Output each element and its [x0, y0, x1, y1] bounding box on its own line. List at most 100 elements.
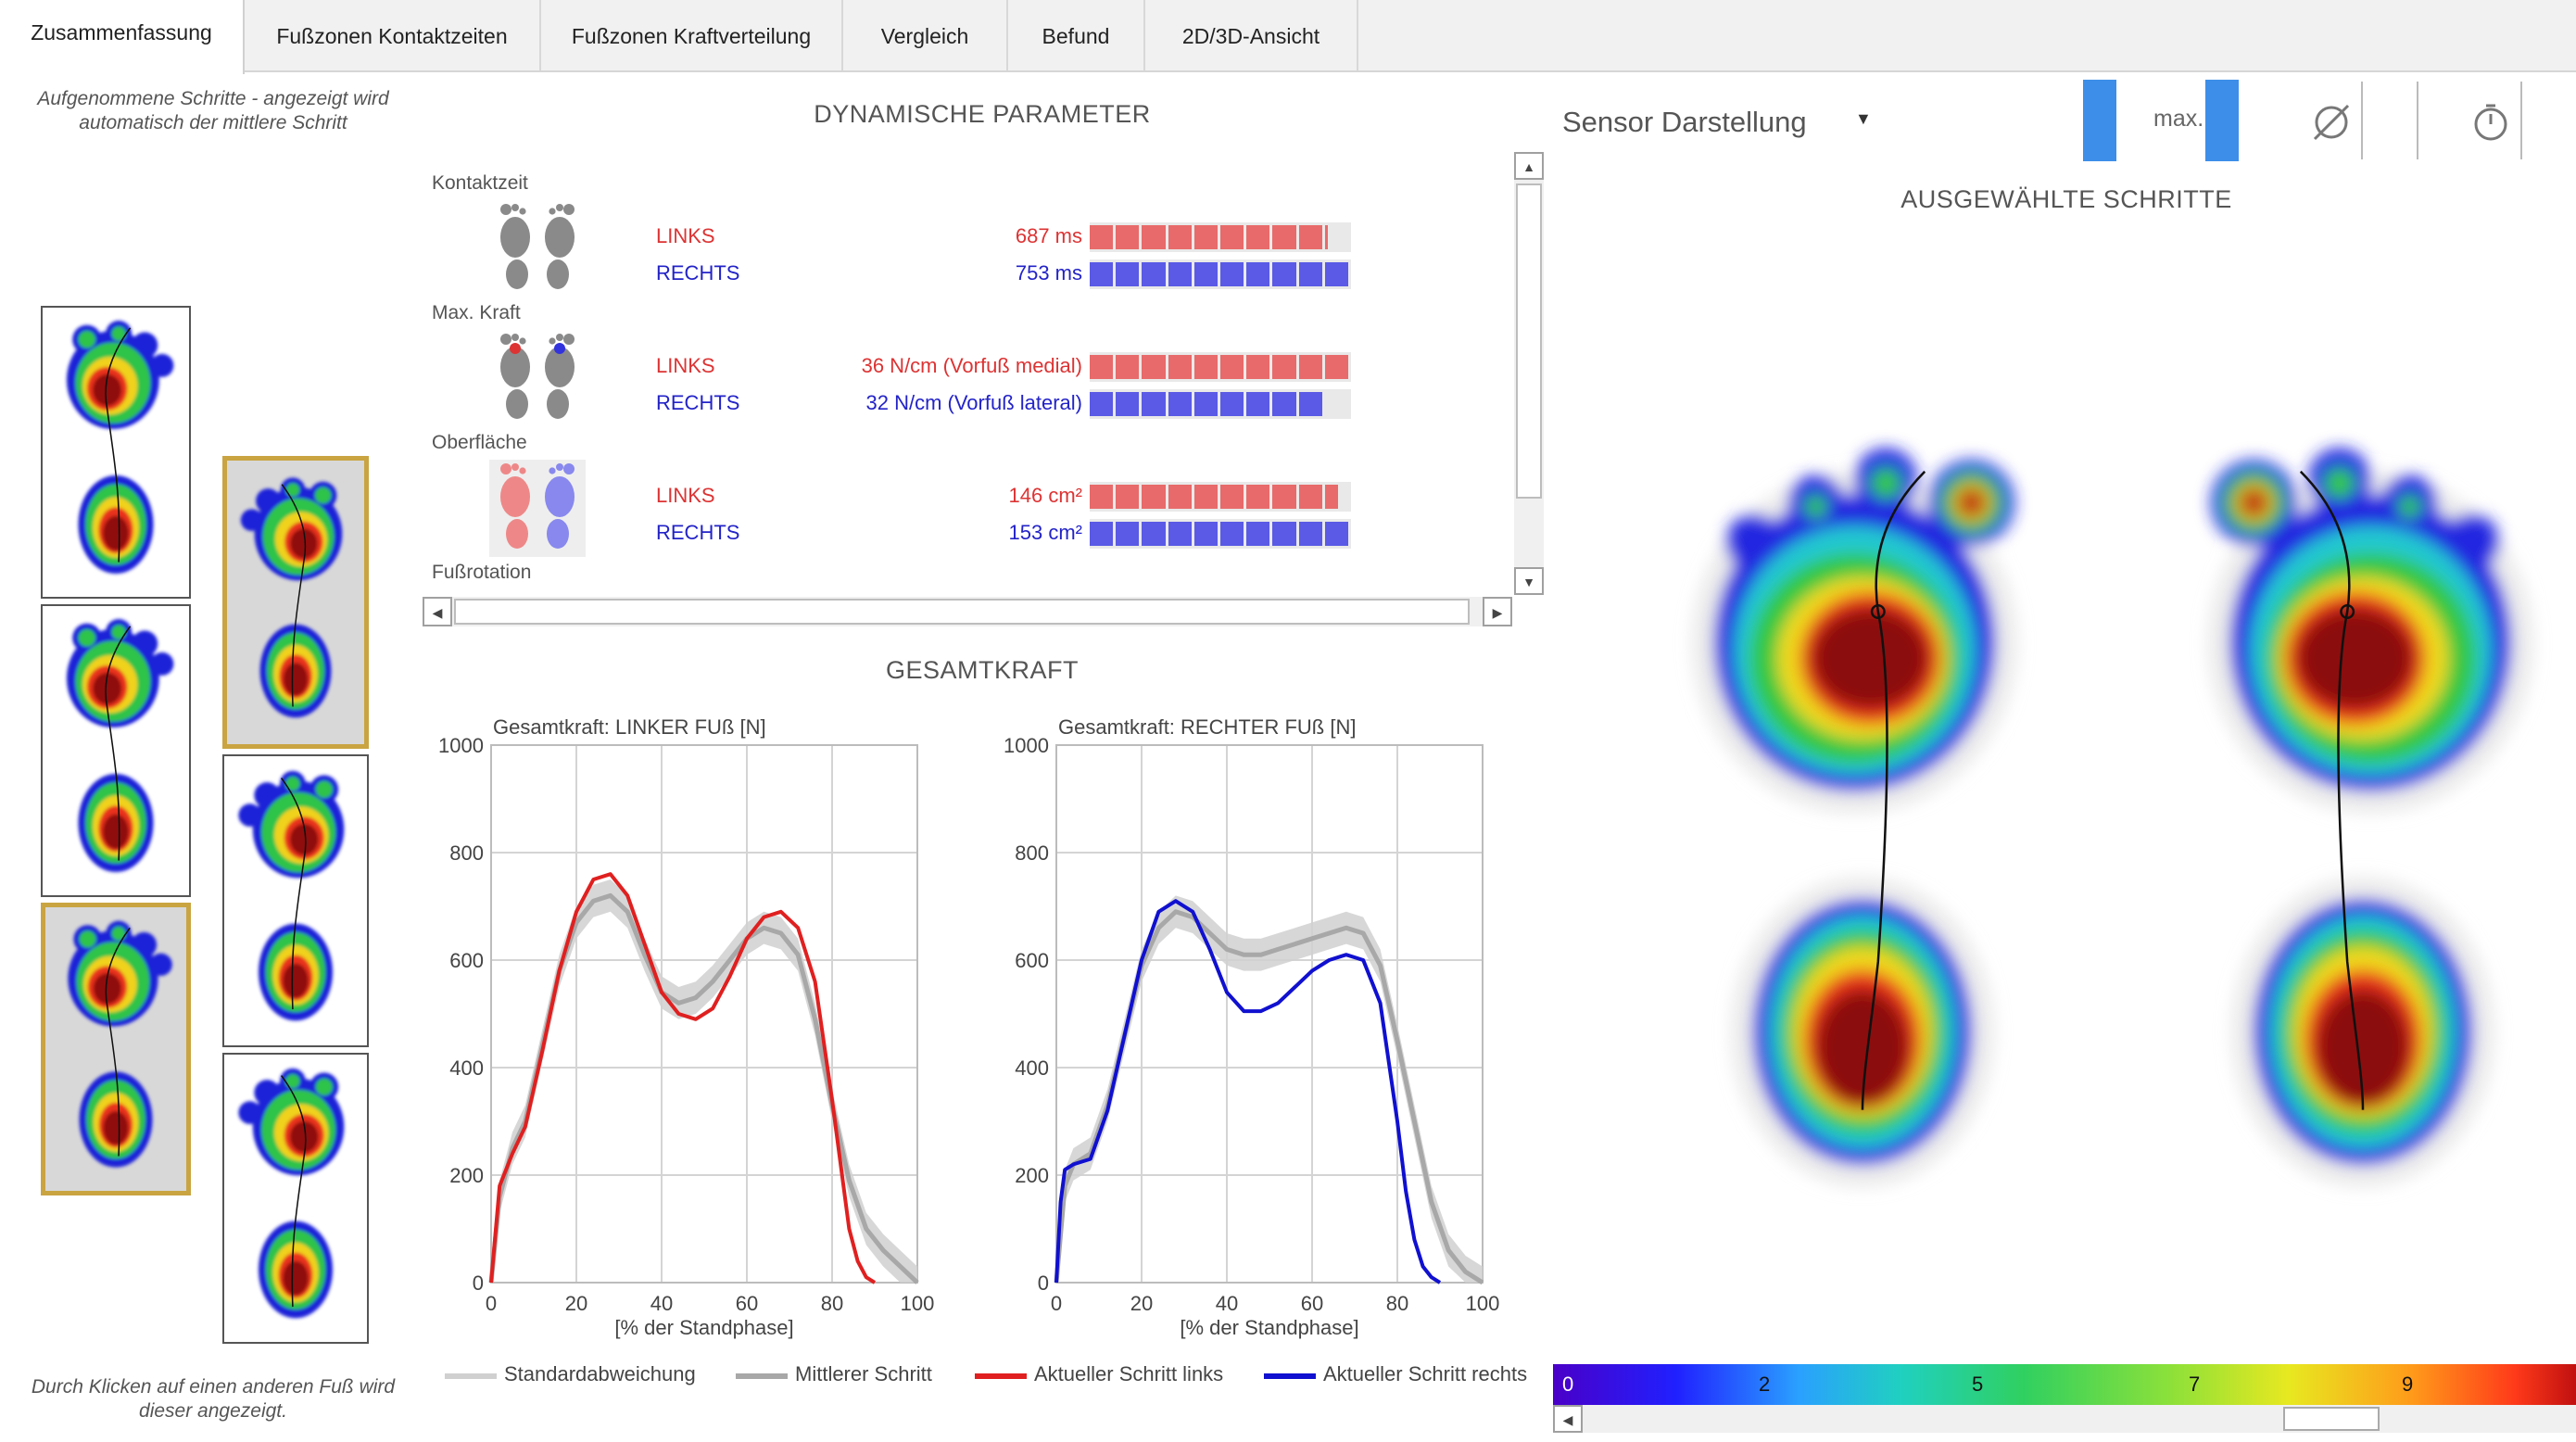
- color-scale-scroll-thumb[interactable]: [2283, 1407, 2380, 1431]
- bar-segment: [1246, 522, 1270, 546]
- max-pressure-button[interactable]: max.: [2083, 80, 2239, 161]
- bar-segment: [1116, 225, 1140, 249]
- bar-segment: [1116, 522, 1140, 546]
- bar-segment: [1142, 225, 1166, 249]
- chart-right-svg: Gesamtkraft: RECHTER FUß [N] 0 20 40 60 80 100…: [1004, 715, 1499, 1339]
- bar-segment: [1272, 522, 1296, 546]
- bar-segment: [1090, 485, 1114, 509]
- y-tick-label: 1000: [438, 734, 484, 757]
- scroll-up-icon[interactable]: ▲: [1514, 152, 1544, 180]
- timing-foot-button[interactable]: [2417, 80, 2524, 161]
- gesamtkraft-title: GESAMTKRAFT: [885, 656, 1079, 684]
- x-tick-label: 20: [565, 1292, 587, 1315]
- y-tick-label: 800: [449, 841, 484, 865]
- legend-label: Standardabweichung: [504, 1362, 696, 1385]
- scale-tick: 9: [2402, 1372, 2414, 1396]
- side-label-rechts: RECHTS: [656, 391, 740, 414]
- tab-fusszonen-kontaktzeiten[interactable]: Fußzonen Kontaktzeiten: [245, 0, 541, 70]
- footprint-image: [43, 308, 189, 597]
- side-label-links: LINKS: [656, 354, 715, 377]
- chart-legend: Standardabweichung Mittlerer Schritt Akt…: [445, 1360, 1538, 1398]
- bar-segment: [1090, 522, 1114, 546]
- bar-links: [1090, 482, 1351, 512]
- x-tick-label: 80: [821, 1292, 843, 1315]
- dynamic-parameters-panel: Kontaktzeit LINKS RECHTS 687 ms 753 ms M…: [423, 167, 1507, 589]
- scale-tick: 7: [2189, 1372, 2201, 1396]
- footprint-image: [227, 461, 364, 744]
- x-tick-label: 100: [901, 1292, 935, 1315]
- chart-title: Gesamtkraft: LINKER FUß [N]: [493, 715, 766, 739]
- footprint-right-large[interactable]: [2168, 389, 2557, 1223]
- tab-bar: Zusammenfassung Fußzonen Kontaktzeiten F…: [0, 0, 2576, 74]
- legend-swatch: [1264, 1373, 1316, 1379]
- scroll-left-icon[interactable]: ◀: [1553, 1405, 1583, 1433]
- click-foot-note: Durch Klicken auf einen anderen Fuß wird…: [9, 1375, 417, 1423]
- bar-segment: [1168, 522, 1192, 546]
- recorded-steps-note-line2: automatisch der mittlere Schritt: [79, 112, 347, 133]
- x-tick-label: 0: [486, 1292, 497, 1315]
- horizontal-scrollbar[interactable]: ◀ ▶: [423, 597, 1512, 626]
- scroll-right-icon[interactable]: ▶: [1483, 597, 1512, 626]
- group-label-max-kraft: Max. Kraft: [432, 302, 521, 323]
- step-thumbnail-selected[interactable]: [222, 456, 369, 749]
- bar-segment: [1220, 392, 1244, 416]
- bar-segment: [1142, 262, 1166, 286]
- max-label: max.: [2153, 106, 2204, 132]
- bar-links: [1090, 352, 1351, 382]
- bar-segment: [1220, 355, 1244, 379]
- bar-segment: [1116, 355, 1140, 379]
- footprint-image: [224, 1055, 367, 1342]
- sensor-display-dropdown[interactable]: Sensor Darstellung ▼: [1560, 102, 1875, 148]
- side-label-links: LINKS: [656, 484, 715, 507]
- value-rechts: 32 N/cm (Vorfuß lateral): [865, 391, 1082, 414]
- footprint-left-large[interactable]: [1668, 389, 2057, 1223]
- footprint-image: [224, 756, 367, 1045]
- bar-segment: [1116, 392, 1140, 416]
- legend-swatch: [445, 1373, 497, 1379]
- y-tick-label: 200: [1015, 1164, 1049, 1187]
- bar-segment: [1168, 225, 1192, 249]
- vertical-scroll-thumb[interactable]: [1516, 183, 1542, 499]
- x-axis-label: [% der Standphase]: [614, 1316, 793, 1339]
- scroll-left-icon[interactable]: ◀: [423, 597, 452, 626]
- side-label-rechts: RECHTS: [656, 521, 740, 544]
- bar-segment: [1220, 262, 1244, 286]
- chart-title: Gesamtkraft: RECHTER FUß [N]: [1058, 715, 1356, 739]
- step-thumbnail[interactable]: [222, 1053, 369, 1344]
- scroll-down-icon[interactable]: ▼: [1514, 567, 1544, 595]
- tab-befund[interactable]: Befund: [1008, 0, 1145, 70]
- step-thumbnail-selected[interactable]: [41, 903, 191, 1195]
- bar-segment: [1272, 225, 1296, 249]
- x-tick-label: 40: [650, 1292, 673, 1315]
- value-links: 146 cm²: [1008, 484, 1082, 507]
- click-foot-note-line2: dieser angezeigt.: [139, 1400, 287, 1422]
- tab-zusammenfassung[interactable]: Zusammenfassung: [0, 0, 245, 74]
- tab-vergleich[interactable]: Vergleich: [843, 0, 1008, 70]
- chevron-down-icon[interactable]: ▼: [1855, 109, 1872, 129]
- legend-swatch: [975, 1373, 1027, 1379]
- legend-label: Mittlerer Schritt: [795, 1362, 932, 1385]
- tab-2d3d-ansicht[interactable]: 2D/3D-Ansicht: [1145, 0, 1358, 70]
- legend-swatch: [736, 1373, 788, 1379]
- step-thumbnail[interactable]: [41, 306, 191, 599]
- bar-segment: [1168, 262, 1192, 286]
- bar-segment: [1324, 262, 1348, 286]
- foot-icon: [2268, 85, 2309, 156]
- step-thumbnail[interactable]: [222, 754, 369, 1047]
- horizontal-scroll-thumb[interactable]: [454, 599, 1470, 625]
- color-scale-scrollbar[interactable]: ◀: [1553, 1405, 2576, 1433]
- bar-segment: [1116, 262, 1140, 286]
- tab-fusszonen-kraftverteilung[interactable]: Fußzonen Kraftverteilung: [541, 0, 843, 70]
- bar-segment: [1193, 355, 1218, 379]
- bar-segment: [1142, 522, 1166, 546]
- bar-segment: [1272, 485, 1296, 509]
- dynamic-parameters-title: DYNAMISCHE PARAMETER: [814, 100, 1151, 128]
- step-thumbnail[interactable]: [41, 604, 191, 897]
- average-foot-button[interactable]: [2265, 80, 2363, 161]
- x-tick-label: 80: [1386, 1292, 1408, 1315]
- y-tick-label: 0: [1038, 1271, 1049, 1295]
- bar-segment: [1220, 522, 1244, 546]
- value-rechts: 153 cm²: [1008, 521, 1082, 544]
- vertical-scrollbar[interactable]: ▲ ▼: [1514, 152, 1544, 595]
- bar-segment: [1168, 392, 1192, 416]
